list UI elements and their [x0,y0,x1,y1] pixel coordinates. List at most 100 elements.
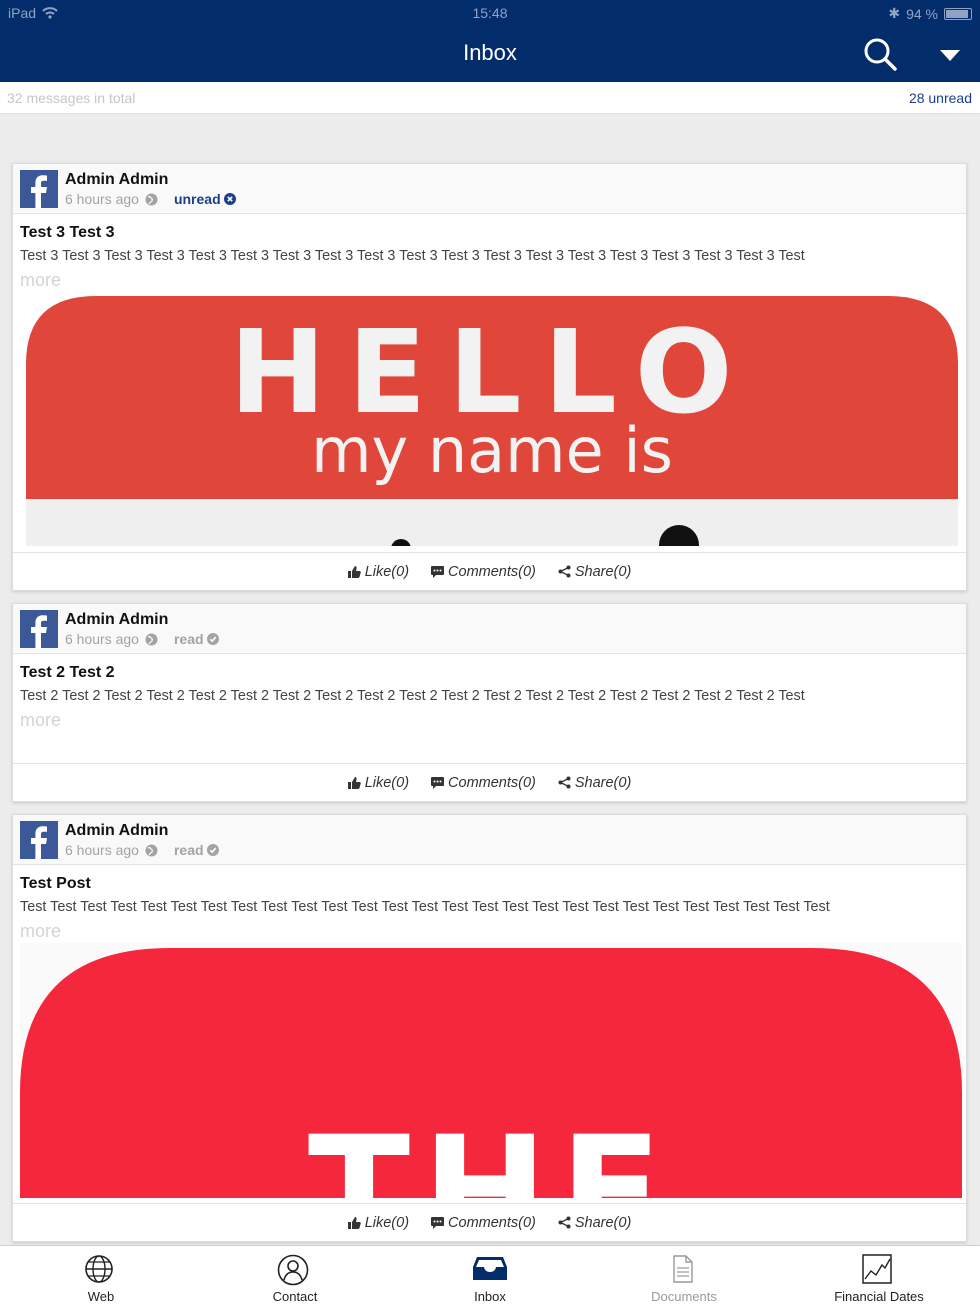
contact-icon [277,1254,309,1286]
unread-count[interactable]: 28 unread [909,90,972,106]
like-button[interactable]: Like(0) [347,563,410,580]
share-icon [558,776,571,789]
bottom-tab-bar: Web Contact Inbox Documents Financial Da… [0,1245,980,1307]
post-author[interactable]: Admin Admin [65,822,168,840]
post-card[interactable]: Admin Admin 6 hours ago unread Test 3 Te… [12,163,967,591]
comment-icon [431,1216,445,1229]
comments-label: Comments(0) [448,774,536,791]
globe-icon [85,1255,113,1283]
page-title: Inbox [463,40,517,65]
like-button[interactable]: Like(0) [347,1214,410,1231]
read-badge[interactable]: read [174,842,219,858]
globe-small-icon [145,844,158,856]
tab-inbox[interactable]: Inbox [392,1246,588,1307]
unread-badge[interactable]: unread [174,191,236,207]
post-meta: 6 hours ago read [65,631,219,647]
status-label: read [173,631,204,647]
post-body: Test 3 Test 3 Test 3 Test 3 Test 3 Test … [20,248,805,264]
document-icon [673,1255,693,1283]
total-messages: 32 messages in total [7,90,136,106]
post-time: 6 hours ago [65,842,139,858]
comments-label: Comments(0) [448,563,536,580]
share-icon [558,1216,571,1229]
facebook-icon [20,170,58,208]
post-actions: Like(0) Comments(0) Share(0) [13,763,966,801]
status-time: 15:48 [472,5,508,21]
post-body: Test 2 Test 2 Test 2 Test 2 Test 2 Test … [20,688,805,704]
status-label: unread [173,191,221,207]
share-label: Share(0) [574,1214,632,1231]
share-button[interactable]: Share(0) [558,1215,631,1231]
post-header: Admin Admin 6 hours ago unread [13,164,966,214]
comments-label: Comments(0) [448,1214,536,1231]
share-button[interactable]: Share(0) [558,775,631,791]
post-actions: Like(0) Comments(0) Share(0) [13,1203,966,1241]
facebook-icon [20,610,58,648]
comment-icon [431,776,445,789]
like-label: Like(0) [364,774,410,791]
battery-percent: 94 % [906,5,938,22]
more-link[interactable]: more [20,710,61,731]
thumbs-up-icon [347,776,361,789]
comments-button[interactable]: Comments(0) [431,564,536,580]
tab-financial-dates[interactable]: Financial Dates [781,1246,977,1307]
tab-label: Contact [272,1289,318,1304]
globe-small-icon [145,633,158,645]
like-button[interactable]: Like(0) [347,774,410,791]
read-badge[interactable]: read [174,631,219,647]
status-label: read [173,842,204,858]
dropdown-arrow-icon[interactable] [936,44,964,64]
the-text: THE [308,1105,674,1198]
bluetooth-icon: ✱ [888,5,901,21]
comment-icon [431,565,445,578]
search-icon[interactable] [862,36,898,72]
post-time: 6 hours ago [65,631,139,647]
post-time: 6 hours ago [65,191,139,207]
post-meta: 6 hours ago read [65,842,219,858]
facebook-icon [20,821,58,859]
post-image[interactable]: THE [20,943,962,1198]
post-header: Admin Admin 6 hours ago read [13,604,966,654]
post-author[interactable]: Admin Admin [65,171,168,189]
thumbs-up-icon [347,1216,361,1229]
share-button[interactable]: Share(0) [558,564,631,580]
comments-button[interactable]: Comments(0) [431,775,536,791]
globe-small-icon [145,193,158,205]
post-body: Test Test Test Test Test Test Test Test … [20,899,830,915]
more-link[interactable]: more [20,921,61,942]
tab-label: Web [87,1289,115,1304]
more-link[interactable]: more [20,270,61,291]
post-title: Test 3 Test 3 [20,224,115,241]
check-circle-icon [206,844,219,856]
like-label: Like(0) [364,1214,410,1231]
tab-contact[interactable]: Contact [197,1246,393,1307]
post-card[interactable]: Admin Admin 6 hours ago read Test 2 Test… [12,603,967,802]
comments-button[interactable]: Comments(0) [431,1215,536,1231]
post-header: Admin Admin 6 hours ago read [13,815,966,865]
post-title: Test Post [20,875,91,892]
post-image[interactable]: HELLO my name is [26,294,958,546]
app-header: iPad 15:48 ✱ 94 % Inbox [0,0,980,82]
tab-label: Documents [651,1289,717,1304]
tab-label: Financial Dates [834,1289,924,1304]
tab-label: Inbox [474,1289,506,1304]
close-circle-icon [223,193,236,205]
battery-icon [944,7,972,20]
post-title: Test 2 Test 2 [20,664,115,681]
post-author[interactable]: Admin Admin [65,611,168,629]
message-summary-bar: 32 messages in total 28 unread [0,82,980,114]
thumbs-up-icon [347,565,361,578]
check-circle-icon [206,633,219,645]
post-card[interactable]: Admin Admin 6 hours ago read Test Post T… [12,814,967,1242]
chart-icon [862,1254,892,1284]
post-actions: Like(0) Comments(0) Share(0) [13,552,966,590]
share-icon [558,565,571,578]
inbox-icon [473,1257,507,1280]
tab-web[interactable]: Web [3,1246,199,1307]
tab-documents[interactable]: Documents [586,1246,782,1307]
post-meta: 6 hours ago unread [65,191,236,207]
my-name-is-text: my name is [311,414,673,487]
like-label: Like(0) [364,563,410,580]
status-bar: iPad 15:48 ✱ 94 % [0,0,980,26]
share-label: Share(0) [574,774,632,791]
